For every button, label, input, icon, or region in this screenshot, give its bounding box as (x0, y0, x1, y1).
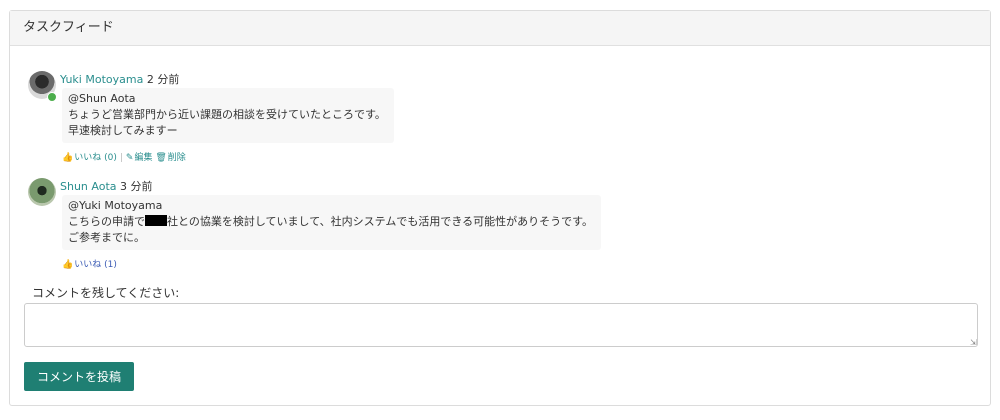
delete-button[interactable]: 🗑削除 (155, 153, 185, 163)
mention: @Shun Aota (68, 92, 136, 105)
redacted-block (145, 215, 167, 226)
like-button[interactable]: 👍いいね (1) (62, 260, 117, 270)
post-comment-button[interactable]: コメントを投稿 (24, 362, 134, 391)
edit-icon: ✎ (125, 153, 134, 163)
comment-meta: Shun Aota 3 分前 (60, 178, 153, 194)
like-button[interactable]: 👍いいね (0) (62, 153, 117, 163)
comment-label: コメントを残してください: (32, 286, 180, 300)
comment-actions: 👍いいね (0) | ✎編集 🗑削除 (62, 150, 186, 163)
thumbs-up-icon: 👍 (62, 260, 74, 270)
edit-button[interactable]: ✎編集 (126, 153, 153, 163)
comment-text: ちょうど営業部門から近い課題の相談を受けていたところです。 (68, 108, 386, 121)
comment-time: 2 分前 (146, 73, 180, 86)
comment-actions: 👍いいね (1) (62, 257, 117, 270)
mention: @Yuki Motoyama (68, 199, 163, 212)
task-feed-panel: タスクフィード Yuki Motoyama 2 分前 @Shun Aota ちょ… (9, 10, 991, 406)
online-status-icon (47, 92, 57, 102)
comment-bubble: @Shun Aota ちょうど営業部門から近い課題の相談を受けていたところです。… (62, 88, 394, 143)
divider: | (119, 153, 123, 163)
comment-text: ご参考までに。 (68, 231, 145, 244)
panel-title: タスクフィード (10, 11, 990, 46)
comment-text: 早速検討してみますー (68, 124, 178, 137)
avatar[interactable] (28, 178, 56, 206)
trash-icon: 🗑 (155, 153, 167, 163)
comment-textarea[interactable] (24, 303, 978, 347)
comment-meta: Yuki Motoyama 2 分前 (60, 71, 179, 87)
comment-time: 3 分前 (120, 180, 153, 193)
comment-text: こちらの申請で 社との協業を検討していまして、社内システムでも活用できる可能性があ… (68, 215, 594, 228)
author-link[interactable]: Shun Aota (60, 180, 117, 193)
thumbs-up-icon: 👍 (62, 153, 74, 163)
author-link[interactable]: Yuki Motoyama (60, 73, 143, 86)
comment-bubble: @Yuki Motoyama こちらの申請で 社との協業を検討していまして、社内シ… (62, 195, 602, 250)
resize-handle-icon[interactable]: ⇲ (970, 339, 977, 347)
